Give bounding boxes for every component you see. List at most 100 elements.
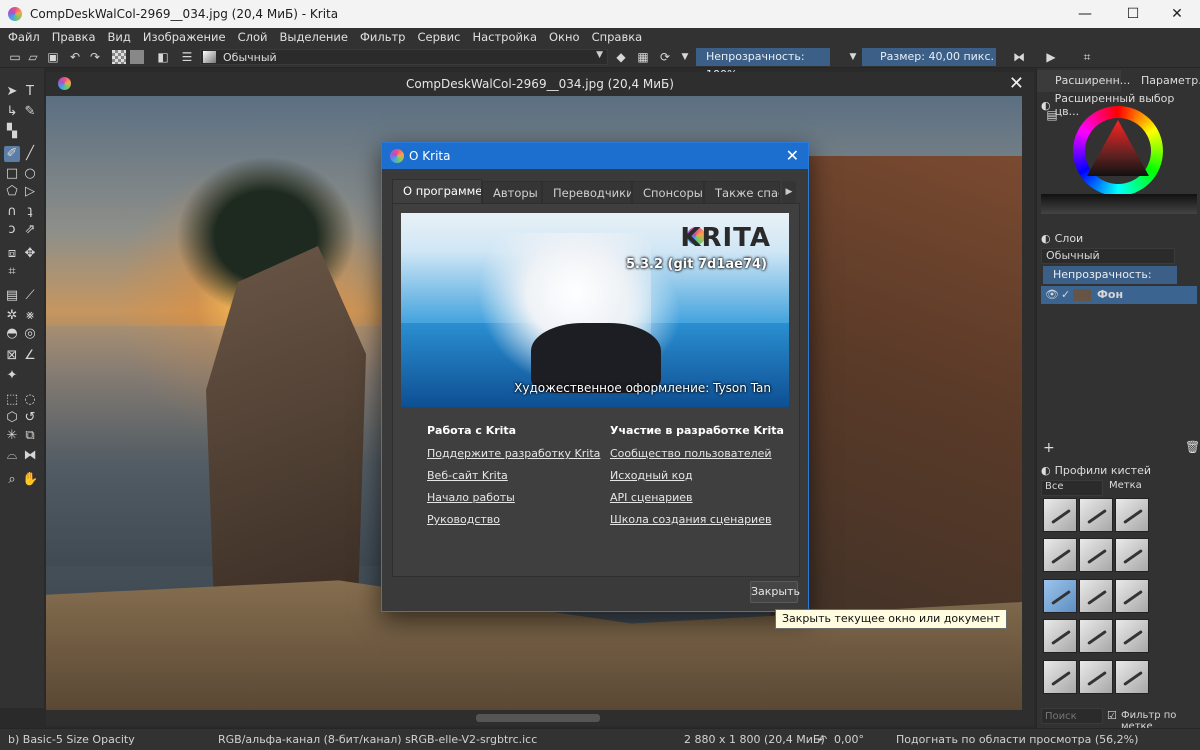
layer-blend-mode-select[interactable]: Обычный — [1041, 248, 1175, 264]
new-document-icon[interactable]: ▭ — [8, 50, 22, 64]
brush-preset[interactable] — [1043, 498, 1077, 532]
link-krita-website[interactable]: Веб-сайт Krita — [427, 469, 600, 482]
brush-preset[interactable] — [1043, 659, 1077, 694]
fill-tool-icon[interactable]: ◓ — [4, 326, 20, 342]
minimize-button[interactable]: — — [1062, 0, 1108, 28]
status-zoom[interactable]: Подогнать по области просмотра (56,2%) — [896, 733, 1138, 746]
lock-icon[interactable]: ◐ — [1041, 464, 1051, 477]
color-wheel[interactable] — [1073, 106, 1163, 196]
close-icon[interactable]: ✕ — [786, 146, 799, 165]
gradient-tool-icon[interactable]: ▤ — [4, 288, 20, 304]
wrap-icon[interactable]: ▶ — [1044, 50, 1058, 64]
docker-tab-advanced-color[interactable]: Расширенн... — [1037, 70, 1130, 92]
assistant-tool-icon[interactable]: ⊠ — [4, 348, 20, 364]
freehand-select-icon[interactable]: ↺ — [22, 410, 38, 426]
undo-icon[interactable]: ↶ — [68, 50, 82, 64]
reference-images-icon[interactable]: ✦ — [4, 368, 20, 384]
brush-settings-icon[interactable]: ☰ — [180, 50, 194, 64]
crop-tool-icon[interactable]: ⌗ — [4, 264, 20, 280]
dynamic-brush-icon[interactable]: ↄ — [4, 222, 20, 238]
brush-preset[interactable] — [1043, 619, 1077, 654]
docker-tab-tool-options[interactable]: Параметр... — [1123, 70, 1200, 92]
contiguous-select-icon[interactable]: ✳ — [4, 428, 20, 444]
chevron-down-icon[interactable]: ▼ — [846, 50, 860, 64]
link-user-community[interactable]: Сообщество пользователей — [610, 447, 784, 460]
tab-translators[interactable]: Переводчики — [542, 181, 632, 205]
redo-icon[interactable]: ↷ — [88, 50, 102, 64]
move-tool-icon[interactable]: ✥ — [22, 246, 38, 262]
polyline-tool-icon[interactable]: ▷ — [22, 184, 38, 200]
freehand-path-icon[interactable]: ʇ — [22, 204, 38, 220]
checkmark-icon[interactable]: ✓ — [1061, 286, 1070, 304]
link-scripting-school[interactable]: Школа создания сценариев — [610, 513, 784, 526]
measure-tool-icon[interactable]: ∠ — [22, 348, 38, 364]
link-scripting-api[interactable]: API сценариев — [610, 491, 784, 504]
canvas-vertical-scrollbar[interactable] — [1022, 96, 1034, 710]
close-document-icon[interactable]: ✕ — [1009, 73, 1024, 94]
brush-preset[interactable] — [1115, 538, 1149, 573]
open-document-icon[interactable]: ▱ — [26, 50, 40, 64]
polygon-select-icon[interactable]: ⬡ — [4, 410, 20, 426]
close-window-button[interactable]: ✕ — [1154, 0, 1200, 28]
add-layer-icon[interactable]: + — [1043, 440, 1055, 456]
menu-edit[interactable]: Правка — [52, 30, 96, 44]
tab-sponsors[interactable]: Спонсоры — [632, 181, 704, 205]
enclose-fill-icon[interactable]: ◎ — [22, 326, 38, 342]
brush-preset-selected[interactable] — [1043, 578, 1077, 613]
visibility-eye-icon[interactable]: 👁 — [1045, 286, 1059, 304]
brush-tag-label[interactable]: Метка — [1109, 480, 1142, 491]
menu-file[interactable]: Файл — [8, 30, 40, 44]
brush-preset-selector[interactable]: Обычный ▼ — [200, 49, 608, 65]
layer-row[interactable]: 👁 ✓ Фон — [1041, 286, 1197, 304]
brush-preset[interactable] — [1079, 578, 1113, 613]
brush-preset[interactable] — [1079, 498, 1113, 532]
brush-preset[interactable] — [1043, 538, 1077, 573]
bezier-select-icon[interactable]: ⌓ — [4, 448, 20, 464]
ellipse-select-icon[interactable]: ◌ — [22, 392, 38, 408]
size-slider[interactable]: Размер: 40,00 пикс. — [862, 48, 996, 66]
link-getting-started[interactable]: Начало работы — [427, 491, 600, 504]
document-tab[interactable]: CompDeskWalCol-2969__034.jpg (20,4 МиБ) … — [46, 72, 1034, 96]
rect-select-icon[interactable]: ⬚ — [4, 392, 20, 408]
save-icon[interactable]: ▣ — [46, 50, 60, 64]
edit-shapes-icon[interactable]: ↳ — [4, 104, 20, 120]
brush-preset[interactable] — [1115, 578, 1149, 613]
brush-tool-icon[interactable]: ✐ — [4, 146, 20, 162]
menu-layer[interactable]: Слой — [238, 30, 268, 44]
assistant-icon[interactable]: ▚ — [4, 124, 20, 140]
mirror-icon[interactable]: ⧓ — [1012, 50, 1026, 64]
maximize-button[interactable]: ☐ — [1110, 0, 1156, 28]
color-picker-icon[interactable]: ⟋ — [22, 288, 38, 304]
link-manual[interactable]: Руководство — [427, 513, 600, 526]
brush-preset[interactable] — [1079, 619, 1113, 654]
colorize-mask-icon[interactable]: ⨳ — [22, 308, 38, 324]
brush-filter-select[interactable]: Все — [1041, 480, 1103, 496]
tab-also-thanks[interactable]: Также спаси — [704, 181, 780, 205]
tab-authors[interactable]: Авторы — [482, 181, 542, 205]
brush-preset[interactable] — [1079, 538, 1113, 573]
tab-about[interactable]: О программе — [392, 179, 482, 205]
polygon-tool-icon[interactable]: ⬠ — [4, 184, 20, 200]
swap-colors-icon[interactable]: ◧ — [156, 50, 170, 64]
lock-icon[interactable]: ◐ — [1041, 232, 1051, 245]
ellipse-tool-icon[interactable]: ○ — [22, 166, 38, 182]
menu-help[interactable]: Справка — [592, 30, 643, 44]
menu-window[interactable]: Окно — [549, 30, 580, 44]
reload-preset-icon[interactable]: ⟳ — [658, 50, 672, 64]
chevron-down-icon[interactable]: ▼ — [678, 50, 692, 64]
menu-select[interactable]: Выделение — [279, 30, 348, 44]
link-support-krita[interactable]: Поддержите разработку Krita — [427, 447, 600, 460]
close-button[interactable]: Закрыть — [750, 581, 800, 603]
menu-settings[interactable]: Настройка — [472, 30, 537, 44]
line-tool-icon[interactable]: ╱ — [22, 146, 38, 162]
gradient-icon[interactable] — [130, 50, 144, 64]
zoom-tool-icon[interactable]: ⌕ — [4, 472, 20, 488]
color-settings-icon[interactable]: ▤ — [1045, 108, 1059, 122]
alpha-lock-icon[interactable]: ▦ — [636, 50, 650, 64]
brush-preset[interactable] — [1115, 619, 1149, 654]
text-tool-icon[interactable]: T — [22, 84, 38, 100]
link-source-code[interactable]: Исходный код — [610, 469, 784, 482]
pan-tool-icon[interactable]: ✋ — [22, 472, 38, 488]
multibrush-icon[interactable]: ⇗ — [22, 222, 38, 238]
brush-preset[interactable] — [1115, 498, 1149, 532]
